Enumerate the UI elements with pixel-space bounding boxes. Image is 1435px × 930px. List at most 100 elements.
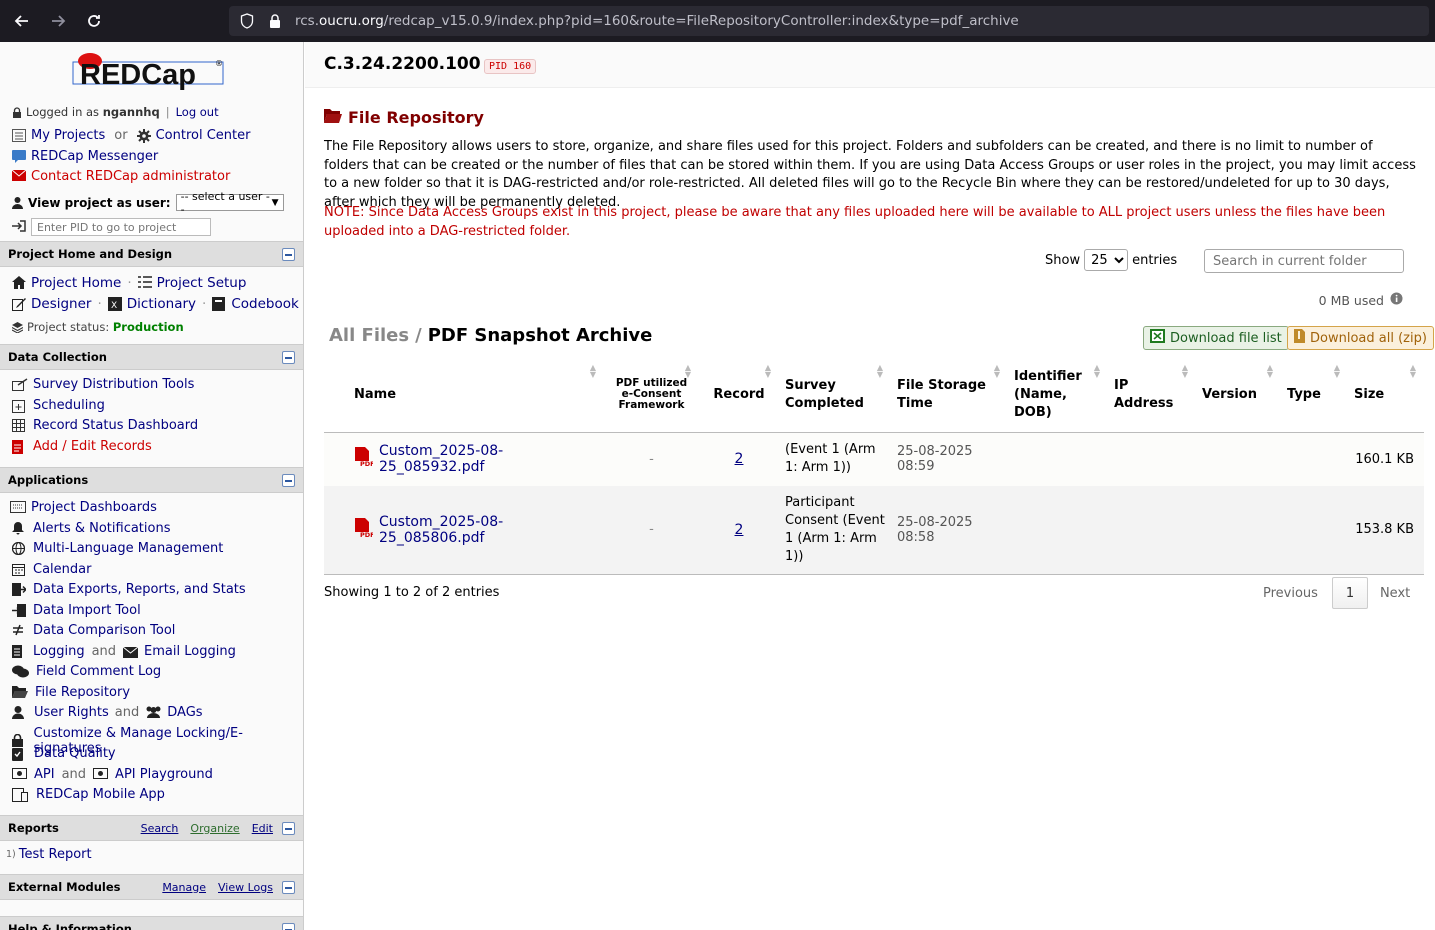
sidebar-item-file-repository[interactable]: File Repository xyxy=(12,685,130,700)
sidebar-item-survey-distribution[interactable]: Survey Distribution Tools xyxy=(12,377,194,392)
redcap-logo[interactable]: REDCap ® xyxy=(72,52,224,94)
size-cell: 160.1 KB xyxy=(1348,432,1424,486)
record-link[interactable]: 2 xyxy=(735,451,744,467)
reload-icon[interactable] xyxy=(76,0,112,42)
status-badge: Production xyxy=(112,320,184,334)
col-header-type[interactable]: Type ▲ ▼ xyxy=(1281,358,1348,433)
designer-link[interactable]: Designer xyxy=(31,296,91,312)
collapse-icon[interactable] xyxy=(282,248,295,261)
sidebar-item-comparison[interactable]: Data Comparison Tool xyxy=(12,623,175,638)
forward-icon[interactable] xyxy=(40,0,76,42)
ip-cell xyxy=(1108,486,1196,575)
dags-link[interactable]: DAGs xyxy=(167,705,202,720)
report-link[interactable]: Test Report xyxy=(19,847,92,862)
modules-view-logs-link[interactable]: View Logs xyxy=(218,881,273,894)
messenger-line[interactable]: REDCap Messenger xyxy=(12,149,158,164)
folder-open-icon xyxy=(12,685,30,700)
project-home-link[interactable]: Project Home xyxy=(31,275,121,291)
contact-admin-link[interactable]: Contact REDCap administrator xyxy=(31,169,230,184)
edit-icon xyxy=(12,297,26,311)
info-icon[interactable] xyxy=(1390,292,1403,308)
sidebar-item-exports[interactable]: Data Exports, Reports, and Stats xyxy=(12,582,246,597)
collapse-icon[interactable] xyxy=(282,923,295,930)
sidebar-item-data-quality[interactable]: Data Quality xyxy=(12,746,116,761)
sort-icon: ▲ ▼ xyxy=(1181,363,1188,379)
sidebar-item-label: Data Import Tool xyxy=(33,603,141,618)
col-header-record[interactable]: Record ▲ ▼ xyxy=(699,358,779,433)
designer-line: Designer · X Dictionary · Codebook xyxy=(12,296,299,312)
reports-organize-link[interactable]: Organize xyxy=(190,822,239,835)
my-projects-link[interactable]: My Projects xyxy=(31,128,105,143)
email-logging-link[interactable]: Email Logging xyxy=(144,644,236,659)
next-page-button[interactable]: Next xyxy=(1368,586,1422,601)
api-link[interactable]: API xyxy=(34,767,55,782)
table-row: PDF Custom_2025-08-25_085806.pdf - 2 Par… xyxy=(324,486,1424,575)
sidebar-item-api: API and API Playground xyxy=(12,767,213,782)
record-cell: 2 xyxy=(699,486,779,575)
view-as-select[interactable]: -- select a user -- ▼ xyxy=(175,190,284,216)
file-link[interactable]: PDF Custom_2025-08-25_085806.pdf xyxy=(354,514,598,546)
sidebar-item-mobile[interactable]: REDCap Mobile App xyxy=(12,787,165,802)
user-rights-link[interactable]: User Rights xyxy=(34,705,109,720)
back-icon[interactable] xyxy=(4,0,40,42)
col-header-identifier[interactable]: Identifier (Name, DOB) ▲ ▼ xyxy=(1008,358,1108,433)
email-log-icon xyxy=(122,645,139,659)
collapse-icon[interactable] xyxy=(282,881,295,894)
col-header-version[interactable]: Version ▲ ▼ xyxy=(1196,358,1281,433)
browser-toolbar: rcs. oucru.org/redcap_v15.0.9/index.php?p… xyxy=(0,0,1435,42)
logging-link[interactable]: Logging xyxy=(33,644,85,659)
download-file-list-button[interactable]: Download file list xyxy=(1143,326,1289,350)
sidebar-item-project-dashboards[interactable]: Project Dashboards xyxy=(10,500,157,515)
project-setup-link[interactable]: Project Setup xyxy=(157,275,247,291)
sort-icon: ▲ ▼ xyxy=(876,363,883,379)
col-header-econsent[interactable]: PDF utilized e-Consent Framework ▲ ▼ xyxy=(604,358,699,433)
sidebar-item-alerts[interactable]: Alerts & Notifications xyxy=(12,521,170,536)
pid-input[interactable] xyxy=(31,218,211,236)
sidebar-item-mlm[interactable]: Multi-Language Management xyxy=(11,541,223,556)
sidebar-item-scheduling[interactable]: Scheduling xyxy=(12,398,105,413)
lock-icon xyxy=(267,13,283,29)
api-playground-link[interactable]: API Playground xyxy=(115,767,213,782)
record-link[interactable]: 2 xyxy=(735,522,744,538)
codebook-link[interactable]: Codebook xyxy=(231,296,298,312)
col-header-name[interactable]: Name ▲ ▼ xyxy=(324,358,604,433)
section-data-collection-header: Data Collection xyxy=(0,344,303,370)
url-bar[interactable]: rcs. oucru.org/redcap_v15.0.9/index.php?p… xyxy=(229,6,1429,36)
sidebar-item-field-comment[interactable]: Field Comment Log xyxy=(12,664,161,679)
sidebar-item-add-edit-records[interactable]: Add / Edit Records xyxy=(12,439,152,454)
col-header-survey[interactable]: Survey Completed ▲ ▼ xyxy=(779,358,891,433)
reports-edit-link[interactable]: Edit xyxy=(252,822,273,835)
download-all-zip-button[interactable]: Download all (zip) xyxy=(1287,326,1434,350)
col-header-size[interactable]: Size ▲ ▼ xyxy=(1348,358,1424,433)
dictionary-link[interactable]: Dictionary xyxy=(127,296,196,312)
envelope-icon xyxy=(11,169,27,184)
contact-admin-line[interactable]: Contact REDCap administrator xyxy=(11,169,230,184)
sidebar-item-import[interactable]: Data Import Tool xyxy=(12,603,141,618)
breadcrumb-root-link[interactable]: All Files xyxy=(329,325,409,346)
sort-icon: ▲ ▼ xyxy=(1093,363,1100,379)
chevron-down-icon: ▼ xyxy=(271,197,279,208)
col-header-storage-time[interactable]: File Storage Time ▲ ▼ xyxy=(891,358,1008,433)
search-input[interactable] xyxy=(1204,249,1404,273)
collapse-icon[interactable] xyxy=(282,474,295,487)
entries-select[interactable]: 25 xyxy=(1084,249,1129,271)
collapse-icon[interactable] xyxy=(282,351,295,364)
file-link[interactable]: PDF Custom_2025-08-25_085932.pdf xyxy=(354,443,598,475)
reports-search-link[interactable]: Search xyxy=(141,822,179,835)
gear-icon xyxy=(136,128,151,143)
control-center-link[interactable]: Control Center xyxy=(156,128,251,143)
col-header-ip[interactable]: IP Address ▲ ▼ xyxy=(1108,358,1196,433)
api-icon xyxy=(12,767,29,782)
sidebar-item-record-status[interactable]: Record Status Dashboard xyxy=(12,418,198,433)
collapse-icon[interactable] xyxy=(282,822,295,835)
url-domain: oucru.org xyxy=(319,13,384,29)
page-1-button[interactable]: 1 xyxy=(1331,577,1368,609)
previous-page-button[interactable]: Previous xyxy=(1249,586,1332,601)
sidebar-item-label: Data Quality xyxy=(34,746,116,761)
modules-manage-link[interactable]: Manage xyxy=(162,881,206,894)
report-item[interactable]: 1) Test Report xyxy=(6,847,92,862)
messenger-link[interactable]: REDCap Messenger xyxy=(31,149,158,164)
sidebar-item-calendar[interactable]: Calendar xyxy=(12,562,91,577)
dag-note: NOTE: Since Data Access Groups exist in … xyxy=(324,205,1386,239)
logout-link[interactable]: Log out xyxy=(176,105,219,119)
